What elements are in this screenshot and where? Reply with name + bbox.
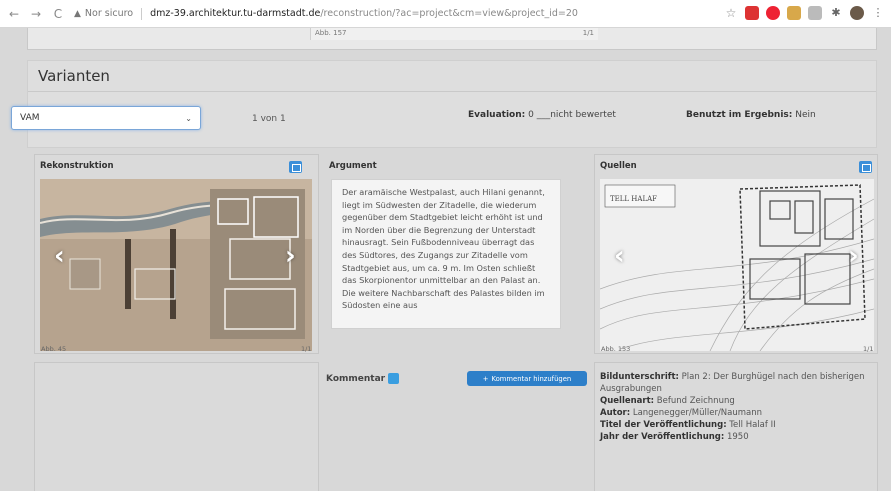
reconstruction-image[interactable]: ‹ › <box>40 179 312 351</box>
bottom-left-panel <box>34 362 319 491</box>
plus-icon: + <box>482 374 489 383</box>
warning-icon: ▲ <box>74 8 81 19</box>
evaluation-value: 0 ___nicht bewertet <box>528 110 616 120</box>
divider <box>28 91 876 92</box>
rekonstruktion-panel: Rekonstruktion ‹ › Abb. 45 1/1 <box>34 154 319 354</box>
image-caption-left: Abb. 153 <box>601 345 631 353</box>
panel-title: Rekonstruktion <box>40 161 114 171</box>
publication-year-value: 1950 <box>726 432 749 442</box>
caption-row: Bildunterschrift: Plan 2: Der Burghügel … <box>600 371 870 395</box>
reload-icon[interactable]: C <box>50 6 66 22</box>
extension-icons: ☆ ✱ ⋮ <box>724 6 885 20</box>
variant-select-value: VAM <box>20 113 40 123</box>
publication-title-row: Titel der Veröffentlichung: Tell Halaf I… <box>600 419 870 431</box>
star-icon[interactable]: ☆ <box>724 6 738 20</box>
author-label: Autor: <box>600 408 631 418</box>
add-comment-button[interactable]: + Kommentar hinzufügen <box>467 371 587 386</box>
varianten-section: Varianten <box>27 60 877 148</box>
insecure-label: Nor sicuro <box>84 8 134 19</box>
source-plan-image[interactable]: TELL HALAF ‹ › <box>600 179 874 351</box>
variant-count: 1 von 1 <box>252 114 286 124</box>
image-icon[interactable] <box>859 161 872 173</box>
source-type-row: Quellenart: Befund Zeichnung <box>600 395 870 407</box>
url-divider <box>141 7 143 20</box>
plan-title: TELL HALAF <box>610 195 657 203</box>
site-plan-drawing: TELL HALAF <box>600 179 874 351</box>
image-icon[interactable] <box>289 161 302 173</box>
author-value: Langenegger/Müller/Naumann <box>632 408 763 418</box>
extension-grey-icon[interactable] <box>808 6 822 20</box>
source-type-value: Befund Zeichnung <box>656 396 735 406</box>
top-caption-right: 1/1 <box>582 29 594 37</box>
image-caption-left: Abb. 45 <box>41 345 67 353</box>
section-title: Varianten <box>38 67 110 85</box>
top-caption: Abb. 157 1/1 <box>310 28 598 40</box>
prev-image-arrow[interactable]: ‹ <box>54 241 65 271</box>
kommentar-label: Kommentar <box>326 373 400 384</box>
menu-icon[interactable]: ⋮ <box>871 6 885 20</box>
page-content: Abb. 157 1/1 Varianten VAM ⌄ 1 von 1 Eva… <box>0 28 891 491</box>
forward-icon[interactable]: → <box>28 6 44 22</box>
next-image-arrow[interactable]: › <box>848 241 859 271</box>
opera-icon[interactable] <box>766 6 780 20</box>
avatar[interactable] <box>850 6 864 20</box>
browser-toolbar: ← → C ▲ Nor sicuro dmz-39.architektur.tu… <box>0 0 891 28</box>
used-label: Benutzt im Ergebnis: <box>686 110 793 120</box>
chevron-down-icon: ⌄ <box>185 113 192 123</box>
previous-section: Abb. 157 1/1 <box>27 28 877 50</box>
url-path: /reconstruction/?ac=project&cm=view&proj… <box>320 8 578 19</box>
comment-count-badge <box>388 373 400 384</box>
source-type-label: Quellenart: <box>600 396 655 406</box>
author-row: Autor: Langenegger/Müller/Naumann <box>600 407 870 419</box>
puzzle-icon[interactable]: ✱ <box>829 6 843 20</box>
extension-yellow-icon[interactable] <box>787 6 801 20</box>
top-caption-left: Abb. 157 <box>315 29 347 37</box>
add-comment-label: Kommentar hinzufügen <box>491 374 572 383</box>
kommentar-title: Kommentar <box>326 374 386 384</box>
back-icon[interactable]: ← <box>6 6 22 22</box>
publication-year-label: Jahr der Veröffentlichung: <box>600 432 725 442</box>
image-caption-right: 1/1 <box>301 345 312 353</box>
image-caption-right: 1/1 <box>863 345 874 353</box>
variant-select[interactable]: VAM ⌄ <box>11 106 201 130</box>
reconstruction-model-image <box>40 179 312 351</box>
next-image-arrow[interactable]: › <box>285 241 296 271</box>
image-metadata: Bildunterschrift: Plan 2: Der Burghügel … <box>600 371 870 443</box>
argument-panel: Argument Der aramäische Westpalast, auch… <box>320 154 590 354</box>
extension-red-icon[interactable] <box>745 6 759 20</box>
image-metadata-panel: Bildunterschrift: Plan 2: Der Burghügel … <box>594 362 878 491</box>
argument-text: Der aramäische Westpalast, auch Hilani g… <box>331 179 561 329</box>
quellen-panel: Quellen TELL HALAF ‹ › Abb. 153 1/1 <box>594 154 878 354</box>
url-host: dmz-39.architektur.tu-darmstadt.de <box>150 8 321 19</box>
address-bar[interactable]: ▲ Nor sicuro dmz-39.architektur.tu-darms… <box>74 4 744 24</box>
publication-title-value: Tell Halaf II <box>729 420 776 430</box>
publication-title-label: Titel der Veröffentlichung: <box>600 420 727 430</box>
publication-year-row: Jahr der Veröffentlichung: 1950 <box>600 431 870 443</box>
evaluation-label: Evaluation: <box>468 110 526 120</box>
used-value: Nein <box>795 110 816 120</box>
used-in-result: Benutzt im Ergebnis: Nein <box>686 110 816 120</box>
panel-title: Quellen <box>600 161 637 171</box>
panel-title: Argument <box>329 161 377 171</box>
caption-label: Bildunterschrift: <box>600 372 679 382</box>
prev-image-arrow[interactable]: ‹ <box>614 241 625 271</box>
evaluation: Evaluation: 0 ___nicht bewertet <box>468 110 616 120</box>
kommentar-panel: Kommentar + Kommentar hinzufügen <box>320 362 590 491</box>
